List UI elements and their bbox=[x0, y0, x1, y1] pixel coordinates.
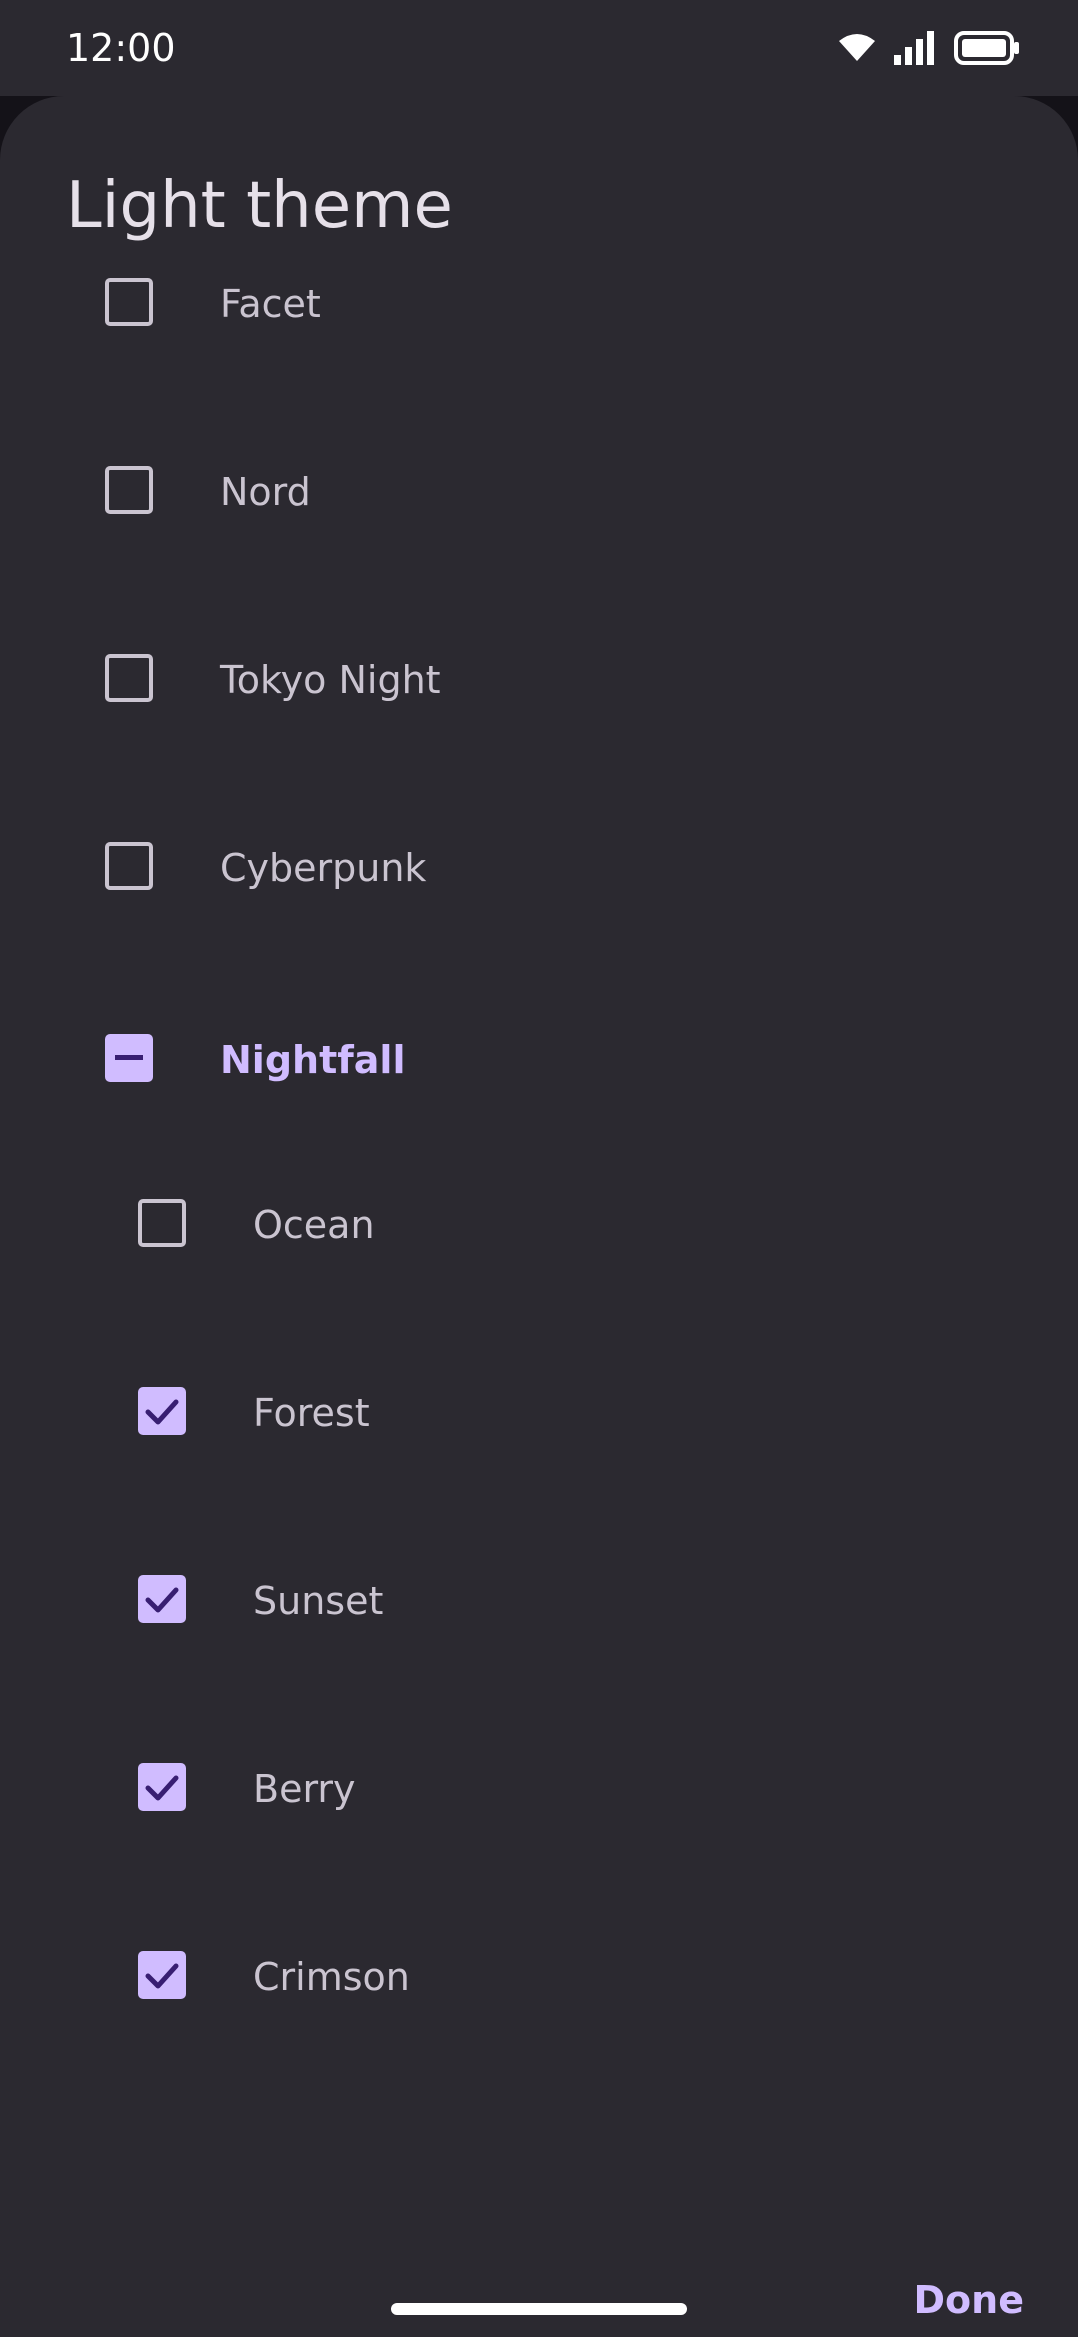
option-label: Nightfall bbox=[220, 1038, 406, 1082]
checkbox-checked[interactable] bbox=[138, 1575, 186, 1623]
check-icon bbox=[145, 1587, 179, 1613]
checkbox-unchecked[interactable] bbox=[138, 1199, 186, 1247]
wifi-icon bbox=[838, 33, 876, 68]
checkbox-indeterminate[interactable] bbox=[105, 1034, 153, 1082]
checkbox-checked[interactable] bbox=[138, 1763, 186, 1811]
dialog-title: Light theme bbox=[66, 169, 453, 243]
checkbox-unchecked[interactable] bbox=[105, 466, 153, 514]
option-row-nightfall[interactable]: Nightfall bbox=[0, 1001, 1078, 1121]
option-label: Ocean bbox=[253, 1203, 375, 1247]
done-button[interactable]: Done bbox=[914, 2272, 1024, 2328]
option-row-forest[interactable]: Forest bbox=[0, 1354, 1078, 1474]
status-icons bbox=[838, 30, 1020, 70]
check-icon bbox=[145, 1775, 179, 1801]
status-time: 12:00 bbox=[66, 26, 176, 70]
home-indicator[interactable] bbox=[391, 2303, 687, 2315]
option-row-ocean[interactable]: Ocean bbox=[0, 1166, 1078, 1286]
signal-icon bbox=[894, 30, 936, 70]
option-row-sunset[interactable]: Sunset bbox=[0, 1542, 1078, 1662]
option-row-berry[interactable]: Berry bbox=[0, 1730, 1078, 1850]
option-row-crimson[interactable]: Crimson bbox=[0, 1918, 1078, 2038]
checkbox-checked[interactable] bbox=[138, 1951, 186, 1999]
option-row-facet[interactable]: Facet bbox=[0, 245, 1078, 365]
checkbox-checked[interactable] bbox=[138, 1387, 186, 1435]
option-label: Facet bbox=[220, 282, 321, 326]
option-label: Forest bbox=[253, 1391, 370, 1435]
option-label: Tokyo Night bbox=[220, 658, 441, 702]
checkbox-unchecked[interactable] bbox=[105, 654, 153, 702]
check-icon bbox=[145, 1399, 179, 1425]
check-icon bbox=[145, 1963, 179, 1989]
battery-icon bbox=[954, 30, 1020, 70]
option-row-tokyo-night[interactable]: Tokyo Night bbox=[0, 621, 1078, 741]
status-bar: 12:00 bbox=[0, 0, 1078, 96]
option-label: Cyberpunk bbox=[220, 846, 427, 890]
checkbox-unchecked[interactable] bbox=[105, 842, 153, 890]
option-label: Crimson bbox=[253, 1955, 410, 1999]
option-row-cyberpunk[interactable]: Cyberpunk bbox=[0, 809, 1078, 929]
option-label: Nord bbox=[220, 470, 311, 514]
theme-dialog: Light theme Facet Nord Tokyo Night Cyberpun… bbox=[0, 96, 1078, 2337]
option-row-nord[interactable]: Nord bbox=[0, 433, 1078, 553]
option-label: Berry bbox=[253, 1767, 356, 1811]
minus-icon bbox=[115, 1055, 143, 1060]
checkbox-unchecked[interactable] bbox=[105, 278, 153, 326]
option-label: Sunset bbox=[253, 1579, 384, 1623]
